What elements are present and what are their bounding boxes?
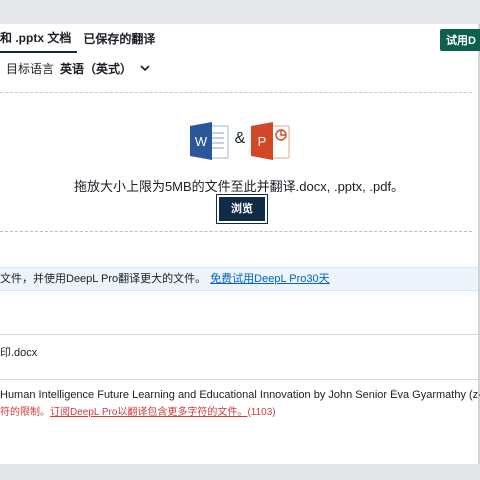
chevron-down-icon (140, 65, 150, 72)
info-banner: 文件，并使用DeepL Pro翻译更大的文件。 免费试用DeepL Pro30天 (0, 267, 478, 291)
character-limit-warning: 符的限制。订阅DeepL Pro以翻译包含更多字符的文件。(1103) (0, 403, 276, 418)
info-banner-text: 文件，并使用DeepL Pro翻译更大的文件。 (0, 273, 207, 285)
target-language-label: 目标语言 (6, 61, 55, 76)
svg-text:W: W (195, 134, 208, 149)
bottom-strip (0, 464, 480, 480)
target-language-value: 英语（英式） (60, 61, 133, 76)
warning-prefix: 符的限制。 (0, 407, 50, 418)
divider (0, 334, 478, 335)
tab-bar: 和 .pptx 文档 已保存的翻译 (0, 27, 161, 53)
divider (0, 379, 478, 380)
browse-button[interactable]: 浏览 (216, 194, 268, 224)
uploaded-file-row[interactable] (0, 336, 478, 380)
document-title: Human Intelligence Future Learning and E… (0, 389, 480, 401)
ampersand-text: & (234, 130, 246, 147)
powerpoint-icon: P (251, 122, 290, 160)
tab-saved-translations[interactable]: 已保存的翻译 (77, 28, 161, 52)
file-name: 印.docx (0, 347, 38, 359)
target-language-selector[interactable]: 目标语言 英语（英式） (6, 58, 150, 78)
trial-badge[interactable]: 试用D (440, 29, 480, 51)
word-icon: W (190, 122, 229, 160)
warning-count: (1103) (247, 407, 276, 418)
dropzone-instruction: 拖放大小上限为5MB的文件至此并翻译.docx, .pptx, .pdf。 (73, 179, 405, 194)
top-strip (0, 0, 480, 24)
svg-text:P: P (258, 134, 267, 149)
tab-documents[interactable]: 和 .pptx 文档 (0, 27, 78, 53)
subscribe-pro-link[interactable]: 订阅DeepL Pro以翻译包含更多字符的文件。 (50, 407, 247, 418)
free-trial-link[interactable]: 免费试用DeepL Pro30天 (210, 273, 329, 285)
